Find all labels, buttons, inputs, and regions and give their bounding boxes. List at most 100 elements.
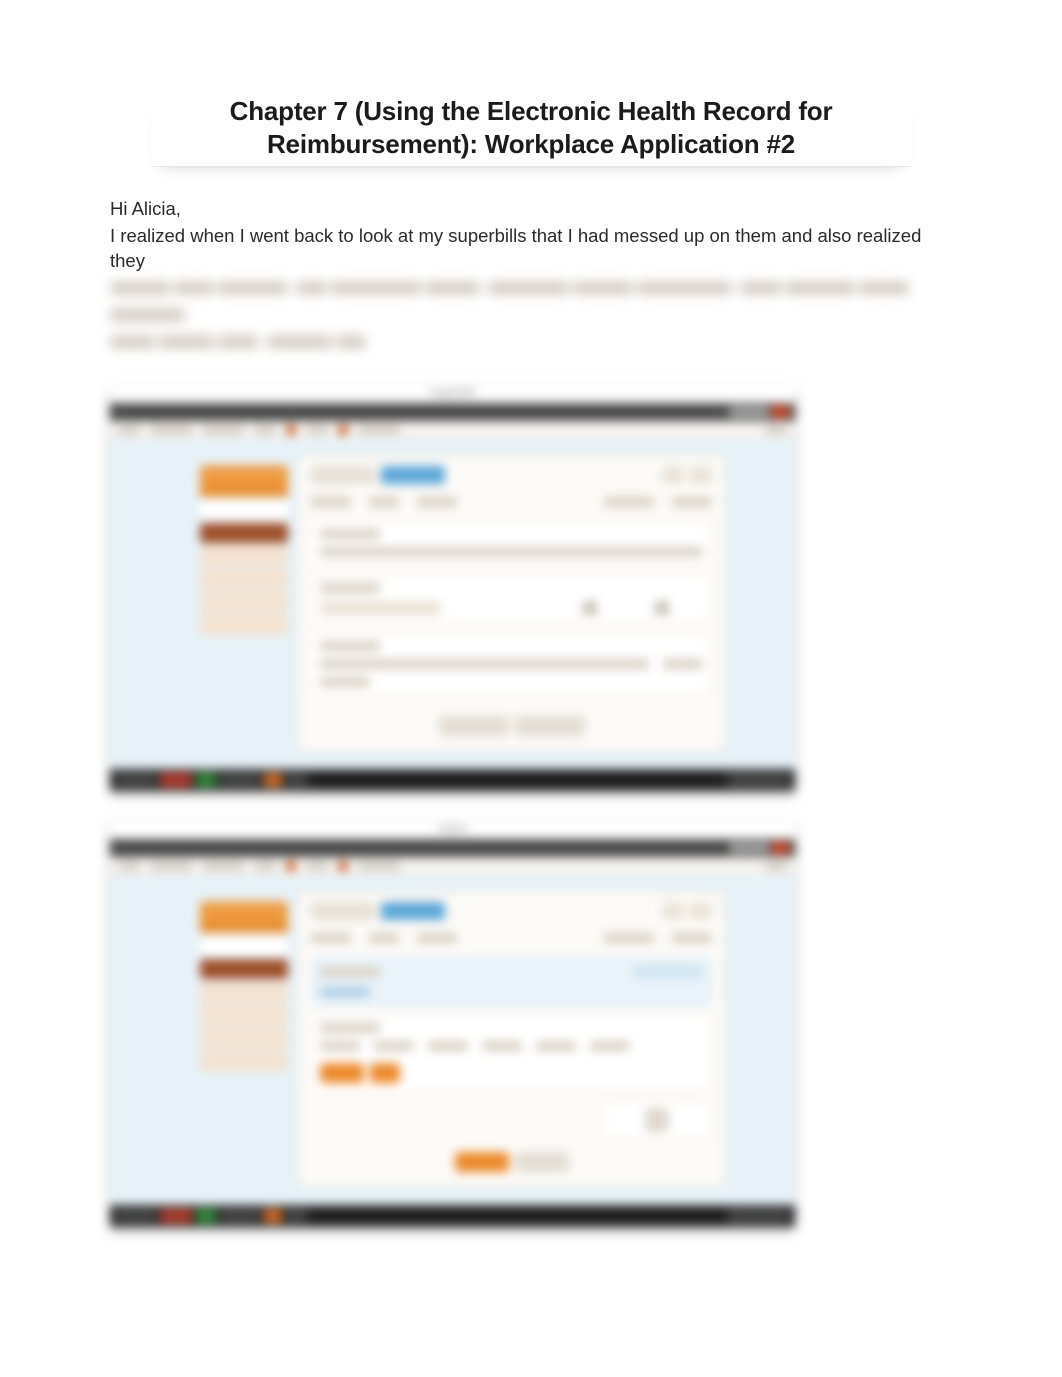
tab[interactable] [311,466,375,484]
taskbar-item[interactable] [116,1209,156,1223]
button-row [320,1063,703,1083]
toolbar-icon[interactable] [286,861,296,871]
toolbar-item[interactable] [150,426,192,434]
section-label [320,967,380,977]
taskbar-spacer [310,1209,725,1223]
secondary-button[interactable] [515,716,585,736]
sidebar-item[interactable] [200,1028,288,1048]
taskbar-item[interactable] [220,1209,260,1223]
form-field[interactable] [320,601,440,615]
sidebar-item-selected[interactable] [200,959,288,979]
form-section-2 [311,574,712,624]
greeting-line: Hi Alicia, [110,197,952,222]
toolbar-item[interactable] [254,426,276,434]
screenshot-2-caption-bar: Claim [110,821,795,839]
primary-button[interactable] [370,1063,400,1083]
field-label [311,933,351,943]
taskbar-spacer [310,773,725,787]
sidebar-item[interactable] [200,982,288,1002]
checkbox[interactable] [583,601,597,615]
field-label [374,1041,414,1051]
paragraph-line-1: I realized when I went back to look at m… [110,224,952,274]
field-label [369,933,399,943]
action-row [311,1152,712,1172]
section-label [320,677,370,687]
secondary-button[interactable] [439,716,509,736]
window-close-button[interactable] [771,406,789,418]
header-button[interactable] [690,903,712,919]
sidebar-item[interactable] [200,569,288,589]
taskbar-item[interactable] [264,1209,282,1223]
field-label [369,497,399,507]
screenshot-1-label: Superbill [430,387,476,399]
app-toolbar [110,857,795,875]
field-label [417,497,457,507]
tab[interactable] [311,902,375,920]
taskbar-tray[interactable] [729,773,789,787]
form-field[interactable] [633,965,703,979]
left-sidebar [200,901,288,1071]
header-button[interactable] [662,903,684,919]
field-label [320,987,370,997]
titlebar-text [729,407,769,417]
toolbar-item[interactable] [765,862,787,870]
field-label [604,933,654,943]
section-label [320,1023,380,1033]
toolbar-item[interactable] [202,426,244,434]
page-title: Chapter 7 (Using the Electronic Health R… [151,95,911,167]
screenshot-2-label: Claim [438,823,468,835]
checkbox[interactable] [655,601,669,615]
sidebar-item[interactable] [200,592,288,612]
toolbar-item[interactable] [118,426,140,434]
header-button[interactable] [690,467,712,483]
taskbar-item[interactable] [196,773,216,787]
taskbar-item[interactable] [196,1209,216,1223]
taskbar-item[interactable] [160,773,192,787]
tab-active[interactable] [381,902,445,920]
toolbar-item[interactable] [202,862,244,870]
toolbar-item[interactable] [118,862,140,870]
toolbar-item[interactable] [358,426,400,434]
sidebar-item[interactable] [200,1005,288,1025]
window-close-button[interactable] [771,842,789,854]
toolbar-item[interactable] [765,426,787,434]
toolbar-item[interactable] [358,862,400,870]
app-toolbar [110,421,795,439]
field-label [663,659,703,669]
taskbar-item[interactable] [264,773,282,787]
sidebar-item[interactable] [200,500,288,520]
sidebar-item[interactable] [200,615,288,635]
taskbar [110,769,795,791]
taskbar-item[interactable] [160,1209,192,1223]
sidebar-item[interactable] [200,1051,288,1071]
secondary-button[interactable] [515,1152,569,1172]
toolbar-item[interactable] [306,426,328,434]
taskbar-tray[interactable] [729,1209,789,1223]
primary-button[interactable] [455,1152,509,1172]
taskbar-item[interactable] [116,773,156,787]
summary-value [645,1121,669,1131]
primary-button[interactable] [320,1063,364,1083]
toolbar-item[interactable] [150,862,192,870]
titlebar-text [729,843,769,853]
summary-value [645,1109,669,1119]
taskbar-item[interactable] [220,773,260,787]
toolbar-icon[interactable] [338,425,348,435]
sidebar-item[interactable] [200,936,288,956]
sidebar-item[interactable] [200,546,288,566]
tab-active[interactable] [381,466,445,484]
toolbar-item[interactable] [306,862,328,870]
field-label [672,933,712,943]
toolbar-icon[interactable] [286,425,296,435]
taskbar-item[interactable] [286,773,306,787]
taskbar-item[interactable] [286,1209,306,1223]
header-button[interactable] [662,467,684,483]
toolbar-icon[interactable] [338,861,348,871]
header-buttons [662,467,712,483]
field-label [482,1041,522,1051]
main-panel [298,891,725,1187]
taskbar [110,1205,795,1227]
field-label [590,1041,630,1051]
sidebar-item-selected[interactable] [200,523,288,543]
toolbar-item[interactable] [254,862,276,870]
